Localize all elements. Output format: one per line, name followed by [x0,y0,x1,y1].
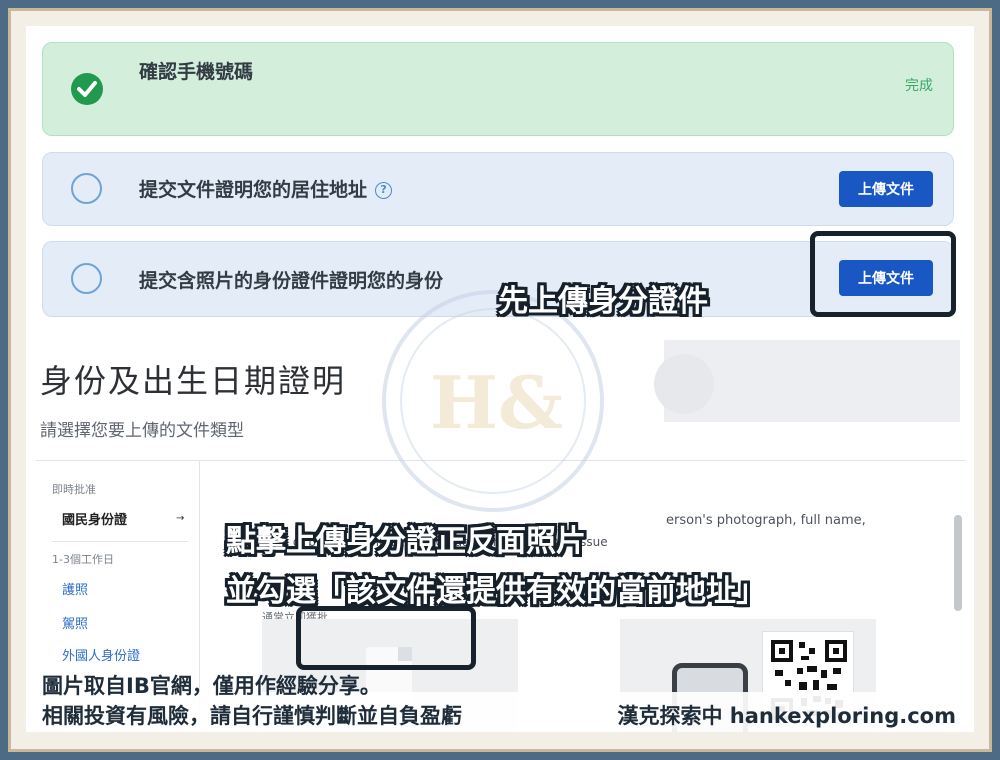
description-line: erson's photograph, full name, [666,513,866,528]
highlight-upload-button [810,231,956,317]
step-title: 提交文件證明您的居住地址? [139,175,393,202]
annotation-instruction-1: 點擊上傳身分證正反面照片 [226,524,586,559]
sidebar-category: 即時批准 [52,483,96,496]
check-circle-icon [71,73,103,105]
highlight-upload-area [296,606,476,670]
step-title: 確認手機號碼 [139,61,254,83]
scrollbar[interactable] [954,515,962,611]
sidebar-item-foreign-id[interactable]: 外國人身份證 [62,645,140,664]
arrow-right-icon: → [176,513,185,524]
redacted-blob [654,354,714,414]
footer-brand: 漢克探索中 hankexploring.com [617,704,956,728]
status-done-label: 完成 [905,78,933,94]
footer-disclaimer-2: 相關投資有風險，請自行謹慎判斷並自負盈虧 [42,704,462,728]
step-title-text: 提交文件證明您的居住地址 [139,179,368,201]
help-circle-icon[interactable]: ? [375,182,393,199]
sidebar-item-passport[interactable]: 護照 [62,579,88,598]
watermark-monogram: H& [430,360,564,445]
empty-circle-icon [71,263,102,294]
sidebar-item-national-id[interactable]: 國民身份證 [62,509,127,528]
step-confirm-phone: 確認手機號碼 完成 [42,42,954,136]
sidebar-divider [52,541,188,542]
annotation-instruction-2: 並勾選「該文件還提供有效的當前地址」 [226,574,766,609]
watermark-logo: H& [382,290,604,512]
screenshot-canvas: 確認手機號碼 完成 提交文件證明您的居住地址? 上傳文件 提交含照片的身份證件證… [26,26,974,732]
sidebar-item-drivers-license[interactable]: 駕照 [62,613,88,632]
upload-address-button[interactable]: 上傳文件 [839,171,933,207]
empty-circle-icon [71,173,102,204]
annotation-upload-id: 先上傳身分證件 [498,284,708,319]
footer-disclaimer-1: 圖片取自IB官網，僅用作經驗分享。 [42,674,381,698]
id-section-subtitle: 請選擇您要上傳的文件類型 [40,421,244,441]
id-section-title: 身份及出生日期證明 [40,362,347,400]
step-title: 提交含照片的身份證件證明您的身份 [139,270,444,292]
sidebar-category: 1-3個工作日 [52,553,114,566]
step-address-proof: 提交文件證明您的居住地址? 上傳文件 [42,152,954,226]
